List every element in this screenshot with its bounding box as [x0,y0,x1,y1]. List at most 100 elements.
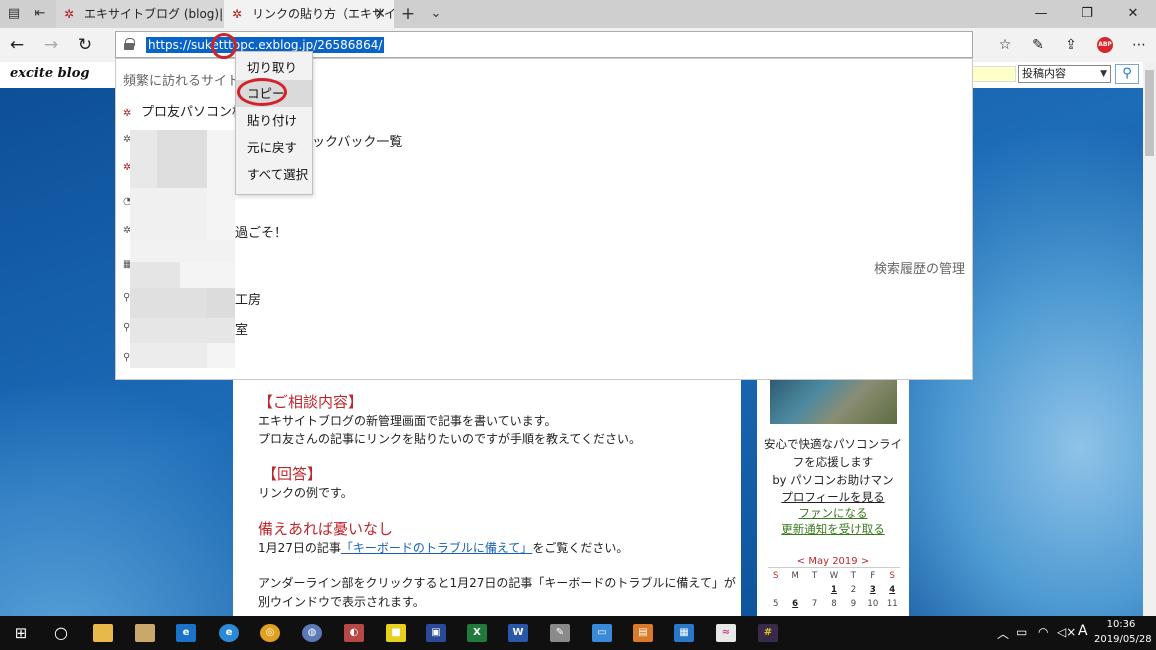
chevron-down-icon[interactable]: ⌄ [428,6,444,22]
profile-photo[interactable] [770,378,897,424]
calendar-divider [768,567,900,568]
calendar-day-label: W [829,571,839,581]
calendar-date-linked[interactable]: 4 [883,585,902,595]
calendar-header-row: S M T W T F S [766,571,902,581]
calendar-date-linked[interactable]: 3 [863,585,882,595]
more-options-icon[interactable]: ⋯ [1130,36,1148,54]
menu-item-select-all[interactable]: すべて選択 [236,161,312,188]
article-text: リンクの例です。 [258,486,353,500]
chrome-icon[interactable]: ◎ [260,624,280,642]
calendar-date: 9 [850,599,857,609]
calendar-day-label: T [850,571,856,581]
edge-browser-icon[interactable]: e [176,624,196,642]
frequent-site-item[interactable]: 過ごそ！ [235,222,287,241]
heading-answer: 【回答】 [262,465,323,483]
history-item[interactable]: 工房 [235,289,261,308]
menu-item-cut[interactable]: 切り取り [236,54,312,81]
profile-link[interactable]: プロフィールを見る [757,489,909,505]
history-item[interactable]: 室 [235,319,248,338]
article-text-prefix: 1月27日の記事 [258,541,341,555]
set-aside-tabs-icon[interactable]: ⇤ [32,6,48,22]
lock-icon [124,38,135,50]
article-text: プロ友さんの記事にリンクを貼りたいのですが手順を教えてください。 [258,432,642,446]
scrollbar-thumb[interactable] [1145,70,1154,156]
cortana-circle-icon[interactable]: ○ [50,623,72,643]
tab-title: エキサイトブログ (blog)|メニュー [84,7,224,21]
calendar-date [785,585,804,595]
clock-time: 10:36 [1106,619,1136,630]
tab-strip: ▤ ⇤ ✲ エキサイトブログ (blog)|メニュー ✲ リンクの貼り方（エキサ… [0,0,1156,28]
excel-icon[interactable]: X [467,624,487,642]
internet-explorer-icon[interactable]: e [219,624,239,642]
word-icon[interactable]: W [508,624,528,642]
close-tab-icon[interactable]: ✕ [374,0,386,28]
excite-favicon-icon: ✲ [123,108,132,119]
annotation-circle-cursor [211,33,237,59]
slack-icon[interactable]: # [758,624,778,642]
favorites-star-icon[interactable]: ☆ [996,36,1014,54]
search-scope-select[interactable]: 投稿内容 ▼ [1018,65,1111,83]
wifi-icon[interactable]: ◠ [1038,625,1048,639]
minimize-icon[interactable]: — [1018,0,1064,28]
calendar-day-label: M [791,571,799,581]
remote-desktop-icon[interactable]: ▦ [674,624,694,642]
tab-preview-icon[interactable]: ▤ [6,6,22,22]
search-scope-value: 投稿内容 [1022,67,1066,80]
share-icon[interactable]: ⇪ [1062,36,1080,54]
photo-viewer-icon[interactable]: ▭ [592,624,612,642]
article-text: 別ウインドウで表示されます。 [258,595,425,609]
forward-arrow-icon[interactable]: → [40,35,62,55]
sidebar-tagline: 安心で快適なパソコンライ [764,437,902,451]
new-tab-icon[interactable]: + [400,6,416,23]
annotation-circle-copy [237,78,287,106]
taskbar-clock[interactable]: 10:36 2019/05/28 [1094,617,1152,647]
notify-link[interactable]: 更新通知を受け取る [757,521,909,537]
calendar-title[interactable]: < May 2019 > [757,556,909,567]
back-arrow-icon[interactable]: ← [6,35,28,55]
search-button[interactable]: ⚲ [1115,64,1139,84]
show-hidden-icons-icon[interactable]: ︿ [997,625,1009,642]
article-link-keyboard[interactable]: 「キーボードのトラブルに備えて」 [341,541,532,555]
refresh-icon[interactable]: ↻ [74,35,96,55]
calendar-day-label: S [773,571,779,581]
calendar-date-linked[interactable]: 6 [785,599,804,609]
toolbox-app-icon[interactable]: ▤ [633,624,653,642]
battery-icon[interactable]: ▭ [1016,625,1027,639]
article-text: 1月27日の記事「キーボードのトラブルに備えて」をご覧ください。 [258,539,628,556]
calendar-date [766,585,785,595]
ime-mode-indicator[interactable]: A [1078,623,1088,639]
paint-palette-icon[interactable]: ✎ [550,624,570,642]
calendar-date [805,585,824,595]
paint-app-icon[interactable]: ◐ [344,624,364,642]
tab-excite-menu[interactable]: ✲ エキサイトブログ (blog)|メニュー [56,0,224,28]
manage-search-history-link[interactable]: 検索履歴の管理 [874,258,965,277]
screen-capture-icon[interactable]: ▣ [426,624,446,642]
article-text: アンダーライン部をクリックすると1月27日の記事「キーボードのトラブルに備えて」… [258,576,736,590]
adblock-plus-icon[interactable]: ABP [1097,37,1113,53]
file-explorer-icon[interactable] [93,624,113,642]
close-window-icon[interactable]: ✕ [1110,0,1156,28]
sticky-notes-icon[interactable]: ■ [386,624,406,642]
fan-link[interactable]: ファンになる [757,505,909,521]
calendar-date: 11 [886,599,898,609]
taskbar: ⊞ ○ e e ◎ ◍ ◐ ■ ▣ X W ✎ ▭ ▤ ▦ ≈ # ︿ ▭ ◠ … [0,616,1156,650]
site-search-input[interactable] [972,66,1016,82]
menu-item-undo[interactable]: 元に戻す [236,134,312,161]
excite-favicon-icon: ✲ [232,7,243,21]
windows-start-icon[interactable]: ⊞ [10,623,32,643]
network-app-icon[interactable]: ◍ [302,624,322,642]
notes-app-icon[interactable] [135,624,155,642]
whiteboard-icon[interactable]: ≈ [716,624,736,642]
calendar-date: 8 [831,599,837,609]
excite-blog-logo[interactable]: excite blog [10,66,89,81]
calendar-date: 7 [811,599,818,609]
calendar-date-linked[interactable]: 1 [824,585,843,595]
calendar-day-label: S [889,571,895,581]
calendar-date: 10 [867,599,879,609]
pen-notes-icon[interactable]: ✎ [1029,36,1047,54]
tab-link-howto[interactable]: ✲ リンクの貼り方（エキサイト ✕ [224,0,394,28]
calendar-date: 5 [773,599,779,609]
menu-item-paste[interactable]: 貼り付け [236,107,312,134]
volume-icon[interactable]: ◁× [1057,625,1076,639]
restore-icon[interactable]: ❐ [1064,0,1110,28]
